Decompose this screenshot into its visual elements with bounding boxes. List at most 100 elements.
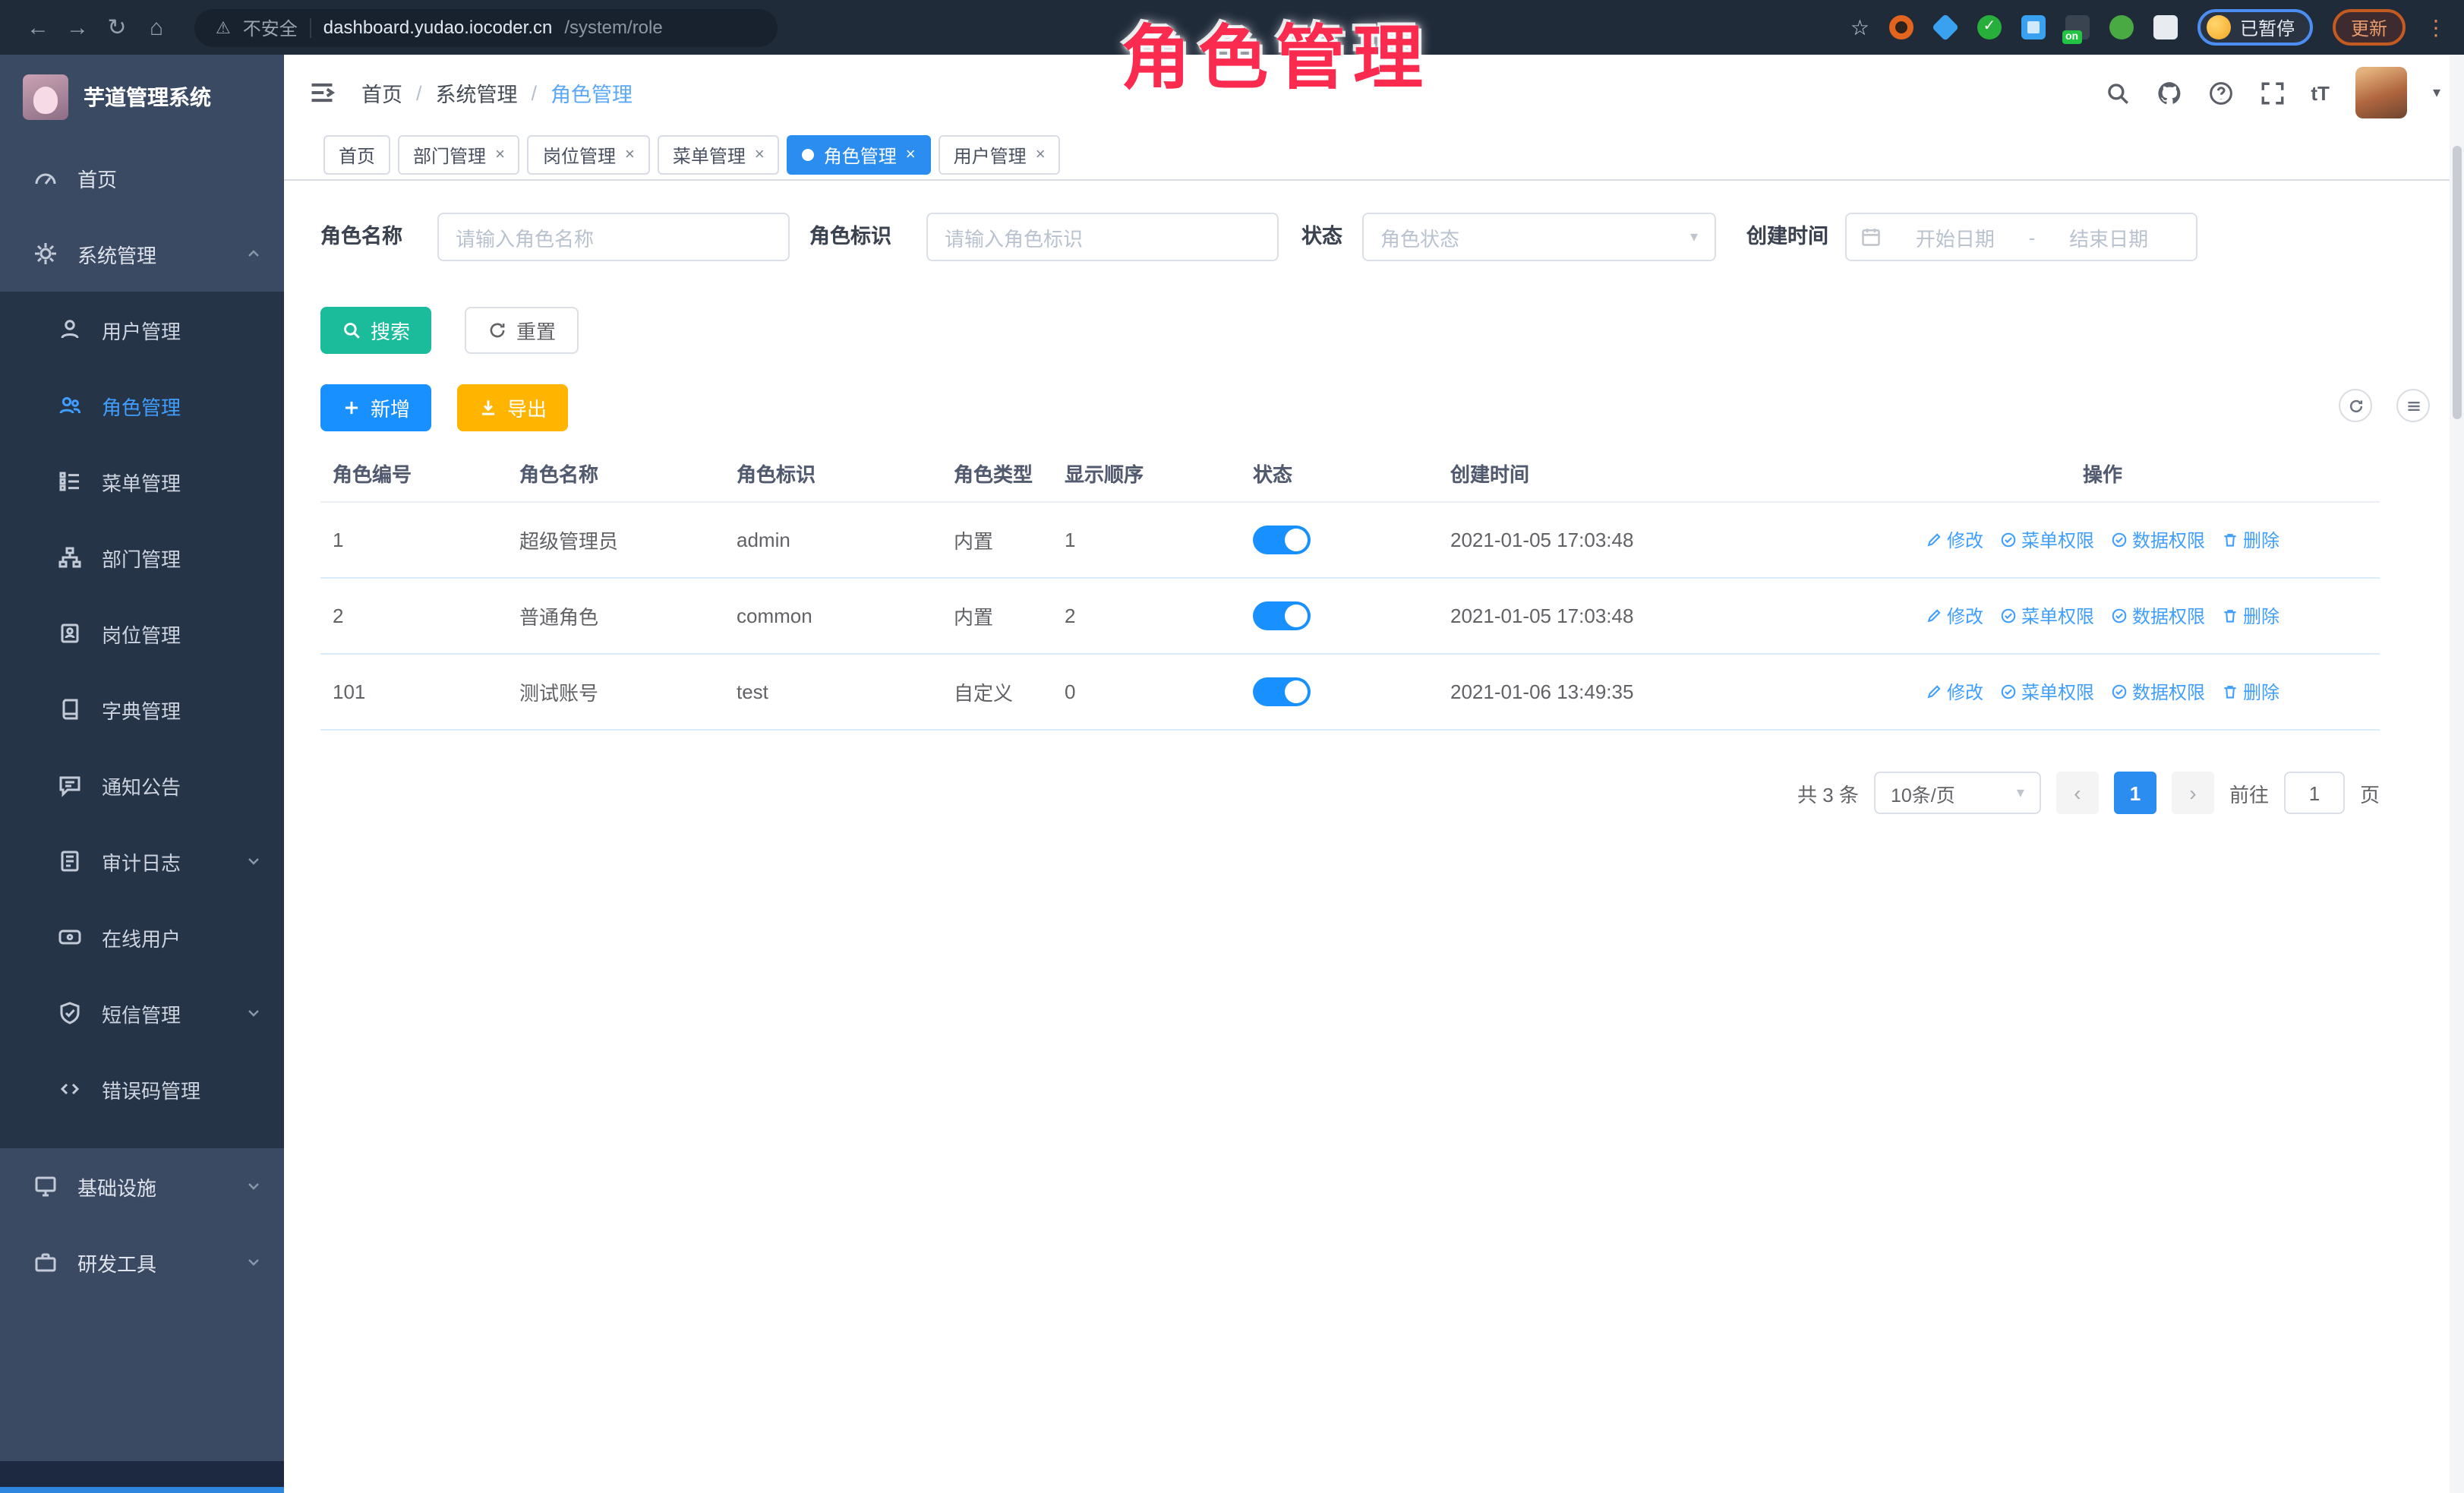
- profile-paused-chip[interactable]: 已暂停: [2197, 9, 2313, 46]
- data-permission-link[interactable]: 数据权限: [2111, 679, 2205, 705]
- role-name-input[interactable]: 请输入角色名称: [437, 213, 790, 261]
- hamburger-icon[interactable]: [308, 79, 336, 106]
- breadcrumb-item[interactable]: 首页: [361, 77, 402, 108]
- help-icon[interactable]: [2207, 80, 2233, 106]
- edit-link[interactable]: 修改: [1926, 679, 1983, 705]
- scrollbar[interactable]: [2450, 55, 2464, 1493]
- sidebar-item-dept-mgmt[interactable]: 部门管理: [0, 519, 284, 595]
- page-size-select[interactable]: 10条/页 ▾: [1874, 772, 2041, 814]
- trash-icon: [2222, 608, 2238, 624]
- reset-button[interactable]: 重置: [465, 307, 579, 354]
- sidebar-item-notice[interactable]: 通知公告: [0, 747, 284, 823]
- current-page-button[interactable]: 1: [2114, 772, 2156, 814]
- add-button-label: 新增: [371, 393, 410, 422]
- app-logo-row[interactable]: 芋道管理系统: [0, 55, 284, 140]
- breadcrumb-item[interactable]: 系统管理: [436, 77, 518, 108]
- tab-role[interactable]: 角色管理×: [787, 135, 931, 175]
- tab-close-icon[interactable]: ×: [1036, 146, 1046, 164]
- sidebar-item-user-mgmt[interactable]: 用户管理: [0, 292, 284, 368]
- sidebar-item-sms-mgmt[interactable]: 短信管理: [0, 975, 284, 1051]
- prev-page-button[interactable]: ‹: [2056, 772, 2099, 814]
- briefcase-icon: [33, 1250, 58, 1274]
- sidebar-item-error-code[interactable]: 错误码管理: [0, 1051, 284, 1127]
- extension-icon[interactable]: [1932, 14, 1959, 41]
- font-size-icon[interactable]: tT: [2311, 81, 2330, 104]
- extensions-puzzle-icon[interactable]: [2153, 15, 2178, 39]
- sidebar-item-role-mgmt[interactable]: 角色管理: [0, 368, 284, 443]
- browser-forward-icon[interactable]: →: [58, 14, 97, 40]
- date-range-picker[interactable]: 开始日期 - 结束日期: [1845, 213, 2197, 261]
- next-page-button[interactable]: ›: [2172, 772, 2214, 814]
- role-key-input[interactable]: 请输入角色标识: [926, 213, 1279, 261]
- tab-dept[interactable]: 部门管理×: [398, 135, 520, 175]
- role-table: 角色编号 角色名称 角色标识 角色类型 显示顺序 状态 创建时间 操作 1 超级…: [320, 445, 2380, 731]
- trash-icon: [2222, 683, 2238, 700]
- fullscreen-icon[interactable]: [2259, 80, 2285, 106]
- chrome-update-button[interactable]: 更新: [2333, 9, 2406, 46]
- cell-sort-order: 2: [1052, 578, 1241, 654]
- sidebar-item-audit-log[interactable]: 审计日志: [0, 823, 284, 899]
- extension-icon[interactable]: ✓: [1977, 15, 2002, 39]
- sidebar-item-system[interactable]: 系统管理: [0, 216, 284, 292]
- browser-back-icon[interactable]: ←: [18, 14, 58, 40]
- cell-created-time: 2021-01-06 13:49:35: [1438, 654, 1825, 730]
- export-button[interactable]: 导出: [457, 384, 568, 431]
- browser-reload-icon[interactable]: ↻: [97, 14, 137, 41]
- col-header: 角色编号: [320, 445, 507, 502]
- edit-link[interactable]: 修改: [1926, 603, 1983, 629]
- bookmark-star-icon[interactable]: ☆: [1850, 14, 1869, 40]
- tab-user[interactable]: 用户管理×: [939, 135, 1061, 175]
- search-form: 角色名称 请输入角色名称 角色标识 请输入角色标识 状态 角色状态 ▾ 创建时间…: [320, 213, 2295, 261]
- browser-menu-icon[interactable]: ⋮: [2425, 14, 2447, 40]
- sidebar-item-home[interactable]: 首页: [0, 140, 284, 216]
- sidebar-item-online-users[interactable]: 在线用户: [0, 899, 284, 975]
- status-toggle[interactable]: [1253, 526, 1311, 554]
- sidebar-item-menu-mgmt[interactable]: 菜单管理: [0, 443, 284, 519]
- table-refresh-button[interactable]: [2339, 389, 2372, 422]
- search-button[interactable]: 搜索: [320, 307, 431, 354]
- sidebar-item-infrastructure[interactable]: 基础设施: [0, 1148, 284, 1224]
- data-permission-link[interactable]: 数据权限: [2111, 527, 2205, 553]
- browser-home-icon[interactable]: ⌂: [137, 14, 176, 40]
- status-toggle[interactable]: [1253, 677, 1311, 706]
- data-permission-link[interactable]: 数据权限: [2111, 603, 2205, 629]
- sidebar-item-dict-mgmt[interactable]: 字典管理: [0, 671, 284, 747]
- goto-page-input[interactable]: 1: [2284, 772, 2345, 814]
- check-circle-icon: [2000, 683, 2017, 700]
- delete-link[interactable]: 删除: [2222, 527, 2279, 553]
- tab-close-icon[interactable]: ×: [906, 146, 916, 164]
- menu-permission-link[interactable]: 菜单权限: [2000, 527, 2094, 553]
- sidebar-item-post-mgmt[interactable]: 岗位管理: [0, 595, 284, 671]
- table-columns-button[interactable]: [2396, 389, 2430, 422]
- tab-close-icon[interactable]: ×: [495, 146, 505, 164]
- scrollbar-thumb[interactable]: [2453, 146, 2462, 419]
- dictionary-icon: [58, 697, 82, 721]
- gear-icon: [33, 241, 58, 266]
- sidebar-item-dev-tools[interactable]: 研发工具: [0, 1224, 284, 1300]
- tab-close-icon[interactable]: ×: [625, 146, 635, 164]
- address-bar[interactable]: ⚠ 不安全 dashboard.yudao.iocoder.cn/system/…: [194, 8, 778, 46]
- menu-permission-link[interactable]: 菜单权限: [2000, 603, 2094, 629]
- github-icon[interactable]: [2156, 80, 2182, 106]
- extension-icon[interactable]: [2021, 15, 2046, 39]
- delete-link[interactable]: 删除: [2222, 679, 2279, 705]
- tab-post[interactable]: 岗位管理×: [528, 135, 650, 175]
- add-button[interactable]: 新增: [320, 384, 431, 431]
- cell-created-time: 2021-01-05 17:03:48: [1438, 502, 1825, 578]
- extension-icon[interactable]: [2109, 15, 2134, 39]
- search-icon[interactable]: [2104, 80, 2130, 106]
- tab-close-icon[interactable]: ×: [755, 146, 765, 164]
- user-avatar[interactable]: [2355, 67, 2407, 118]
- extension-icon[interactable]: [1889, 15, 1913, 39]
- tab-menu[interactable]: 菜单管理×: [658, 135, 780, 175]
- cell-sort-order: 1: [1052, 502, 1241, 578]
- status-toggle[interactable]: [1253, 601, 1311, 630]
- edit-link[interactable]: 修改: [1926, 527, 1983, 553]
- delete-link[interactable]: 删除: [2222, 603, 2279, 629]
- extension-icon[interactable]: on: [2065, 15, 2090, 39]
- menu-permission-link[interactable]: 菜单权限: [2000, 679, 2094, 705]
- cell-created-time: 2021-01-05 17:03:48: [1438, 578, 1825, 654]
- status-select[interactable]: 角色状态 ▾: [1362, 213, 1716, 261]
- tab-home[interactable]: 首页: [323, 135, 390, 175]
- avatar-caret-icon[interactable]: ▾: [2433, 84, 2440, 101]
